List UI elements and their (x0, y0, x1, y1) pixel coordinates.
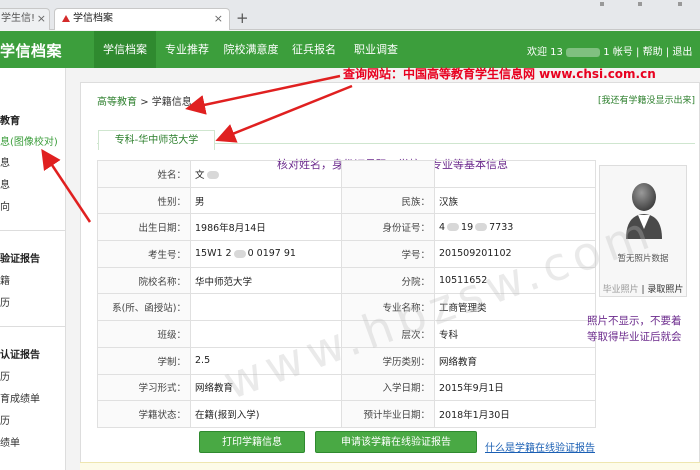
annotation-photo: 照片不显示，不要着 等取得毕业证后就会 (587, 313, 700, 345)
field-value-name: 文 (190, 160, 342, 188)
user-info: 欢迎 13 1 帐号 | 帮助 | 退出 (527, 47, 693, 58)
sidebar-divider (0, 230, 66, 231)
field-value (190, 293, 342, 322)
window-controls[interactable] (598, 2, 698, 8)
what-is-report-link[interactable]: 什么是学籍在线验证报告 (485, 439, 595, 454)
photo-tabs: 毕业照片 | 录取照片 (602, 285, 684, 295)
sidebar-section-education: 教育 (0, 116, 20, 127)
tab-title: 学信档案 (73, 13, 113, 24)
field-label: 系(所、函授站)： (97, 293, 191, 322)
annotation-photo-line: 照片不显示，不要着 (587, 315, 682, 327)
sidebar-item[interactable]: 绩单 (0, 434, 20, 449)
annotation-photo-line: 等取得毕业证后就会 (587, 331, 682, 343)
screenshot-root: { "browser": { "tab1_title": "学生信!", "ta… (0, 0, 700, 470)
nav-item-major[interactable]: 专业推荐 (156, 31, 218, 68)
nav-item-enlist[interactable]: 征兵报名 (284, 31, 344, 68)
logout-link[interactable]: 退出 (672, 47, 692, 58)
breadcrumb: 高等教育 > 学籍信息 (97, 93, 192, 108)
sidebar-item-image-check[interactable]: 息(图像校对) (0, 133, 58, 148)
table-row: 姓名： 文 (97, 160, 596, 188)
field-label: 学习形式： (97, 373, 191, 402)
masked-account (566, 47, 601, 57)
field-label: 出生日期： (97, 213, 191, 242)
account-link[interactable]: 1 帐号 (603, 47, 633, 58)
sidebar-item[interactable]: 历 (0, 294, 10, 309)
field-value-exam-number: 15W1 20 0197 91 (190, 240, 342, 268)
field-label: 姓名： (97, 160, 191, 188)
sidebar-item[interactable]: 籍 (0, 272, 10, 287)
field-label: 考生号： (97, 240, 191, 268)
field-label: 学籍状态： (97, 400, 191, 428)
sidebar-item[interactable]: 息 (0, 154, 10, 169)
field-value: 2015年9月1日 (434, 373, 596, 402)
nav-item-xuexin[interactable]: 学信档案 (94, 31, 156, 68)
sidebar-section-cert-report: 认证报告 (0, 350, 40, 361)
sidebar-item[interactable]: 历 (0, 368, 10, 383)
field-label: 入学日期： (341, 373, 435, 402)
tab-title: 学生信! (1, 13, 36, 24)
welcome-text: 欢迎 13 (527, 47, 563, 58)
print-record-button[interactable]: 打印学籍信息 (199, 431, 305, 453)
new-tab-icon[interactable]: + (236, 9, 249, 27)
help-link[interactable]: 帮助 (643, 47, 663, 58)
table-row: 学习形式： 网络教育 入学日期： 2015年9月1日 (97, 373, 596, 402)
close-icon[interactable]: × (214, 9, 223, 29)
breadcrumb-current: 学籍信息 (151, 97, 192, 108)
field-label: 民族： (341, 186, 435, 215)
field-label: 身份证号： (341, 213, 435, 242)
breadcrumb-home-link[interactable]: 高等教育 (97, 97, 137, 108)
field-value: 男 (190, 186, 342, 215)
site-header: 学信档案 学信档案 专业推荐 院校满意度 征兵报名 职业调查 欢迎 13 1 帐… (0, 31, 700, 68)
annotation-source-site: 查询网站：中国高等教育学生信息网 www.chsi.com.cn (343, 67, 656, 81)
sidebar-item[interactable]: 向 (0, 198, 10, 213)
table-row: 性别： 男 民族： 汉族 (97, 186, 596, 215)
nav-item-satisfaction[interactable]: 院校满意度 (218, 31, 284, 68)
sidebar-section-verify-report: 验证报告 (0, 254, 40, 265)
bottom-notice-strip (80, 462, 700, 470)
table-row: 学籍状态： 在籍(报到入学) 预计毕业日期： 2018年1月30日 (97, 400, 596, 428)
field-value: 汉族 (434, 186, 596, 215)
tab-school[interactable]: 专科-华中师范大学 (98, 130, 215, 150)
field-label (341, 160, 435, 188)
field-value (434, 160, 596, 188)
field-label: 学号： (341, 240, 435, 268)
sidebar: 教育 息(图像校对) 息 息 向 验证报告 籍 历 认证报告 历 育成绩单 历 … (0, 68, 66, 470)
field-label: 班级： (97, 320, 191, 348)
field-value: 2018年1月30日 (434, 400, 596, 428)
field-value: 网络教育 (434, 346, 596, 375)
main-panel: 高等教育 > 学籍信息 [我还有学籍没显示出来] 专科-华中师范大学 核对姓名，… (80, 67, 700, 470)
browser-tab[interactable]: 学生信! × (0, 8, 50, 30)
graduation-photo-link[interactable]: 毕业照片 (603, 285, 639, 295)
site-logo[interactable]: 学信档案 (0, 40, 62, 61)
sidebar-item[interactable]: 育成绩单 (0, 390, 40, 405)
field-label: 学制： (97, 346, 191, 375)
sidebar-item[interactable]: 息 (0, 176, 10, 191)
admission-photo-link[interactable]: 录取照片 (647, 285, 683, 295)
sidebar-divider (0, 326, 66, 327)
nav-item-career[interactable]: 职业调查 (344, 31, 408, 68)
field-label: 院校名称： (97, 266, 191, 295)
field-label: 性别： (97, 186, 191, 215)
field-value: 华中师范大学 (190, 266, 342, 295)
site-favicon-icon (62, 15, 70, 22)
browser-tab-active[interactable]: 学信档案 × (54, 8, 230, 30)
field-label: 预计毕业日期： (341, 400, 435, 428)
sidebar-item[interactable]: 历 (0, 412, 10, 427)
field-value: 1986年8月14日 (190, 213, 342, 242)
table-row: 出生日期： 1986年8月14日 身份证号： 4 19 7733 (97, 213, 596, 242)
browser-tab-strip: 学生信! × 学信档案 × + (0, 0, 700, 30)
missing-record-link[interactable]: [我还有学籍没显示出来] (598, 93, 695, 106)
breadcrumb-separator: > (140, 97, 149, 108)
close-icon[interactable]: × (37, 9, 46, 29)
apply-verify-report-button[interactable]: 申请该学籍在线验证报告 (315, 431, 477, 453)
field-value: 在籍(报到入学) (190, 400, 342, 428)
